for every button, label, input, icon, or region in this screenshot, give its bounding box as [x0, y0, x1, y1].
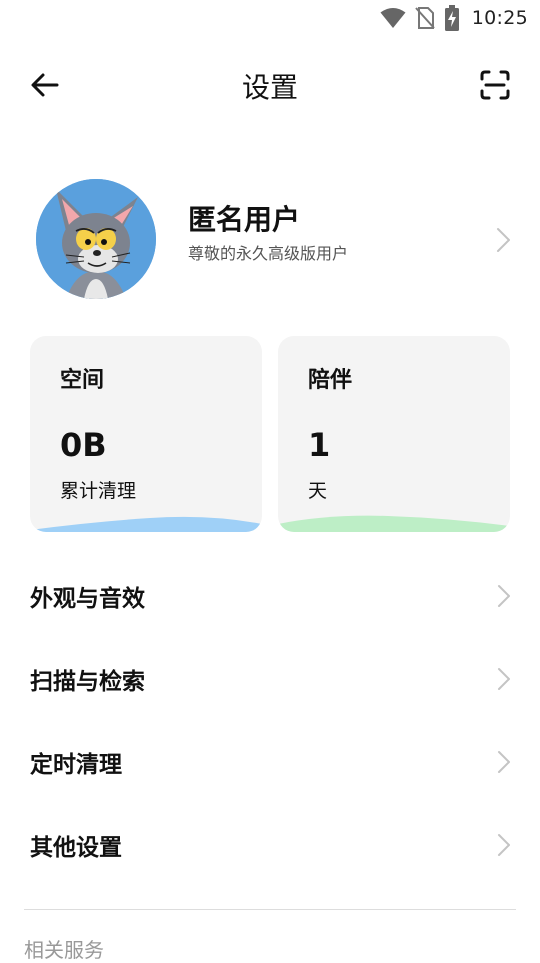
card-title: 陪伴 [308, 368, 353, 393]
card-caption: 累计清理 [60, 480, 137, 502]
wifi-icon [380, 8, 406, 28]
companion-card[interactable]: 陪伴 1 天 [278, 336, 510, 532]
app-bar: 设置 [0, 56, 540, 114]
menu-item-scan[interactable]: 扫描与检索 [0, 638, 540, 721]
menu-item-label: 其他设置 [30, 835, 122, 861]
profile-row[interactable]: 匿名用户 尊敬的永久高级版用户 [30, 174, 514, 306]
chevron-right-icon [498, 668, 510, 690]
status-bar: 10:25 [0, 0, 540, 38]
section-header-related-services: 相关服务 [24, 938, 104, 962]
page-title: 设置 [241, 71, 298, 104]
scan-frame-icon [480, 70, 510, 100]
battery-charging-icon [444, 5, 459, 31]
menu-item-scheduled-clean[interactable]: 定时清理 [0, 721, 540, 804]
menu-item-other-settings[interactable]: 其他设置 [0, 804, 540, 887]
menu-item-label: 定时清理 [30, 752, 122, 778]
card-title: 空间 [60, 368, 105, 393]
divider [24, 909, 516, 910]
menu-item-appearance[interactable]: 外观与音效 [0, 555, 540, 638]
avatar [36, 179, 156, 299]
status-time: 10:25 [471, 7, 528, 29]
chevron-right-icon [498, 751, 510, 773]
status-icons: 10:25 [380, 5, 528, 31]
menu-item-label: 外观与音效 [30, 586, 145, 612]
card-caption: 天 [308, 480, 328, 502]
user-name: 匿名用户 [188, 203, 301, 236]
storage-card[interactable]: 空间 0B 累计清理 [30, 336, 262, 532]
menu-item-label: 扫描与检索 [30, 669, 145, 695]
no-sim-icon [414, 7, 435, 29]
scan-button[interactable] [472, 62, 518, 108]
card-value: 0B [60, 426, 107, 464]
chevron-right-icon [498, 585, 510, 607]
chevron-right-icon [498, 834, 510, 856]
chevron-right-icon [497, 228, 510, 252]
card-value: 1 [308, 426, 331, 464]
wave-decoration [30, 516, 262, 532]
cartoon-cat-avatar [36, 179, 156, 299]
settings-menu: 外观与音效 扫描与检索 定时清理 其他设置 [0, 555, 540, 887]
user-membership: 尊敬的永久高级版用户 [188, 244, 349, 263]
wave-decoration [278, 515, 510, 532]
